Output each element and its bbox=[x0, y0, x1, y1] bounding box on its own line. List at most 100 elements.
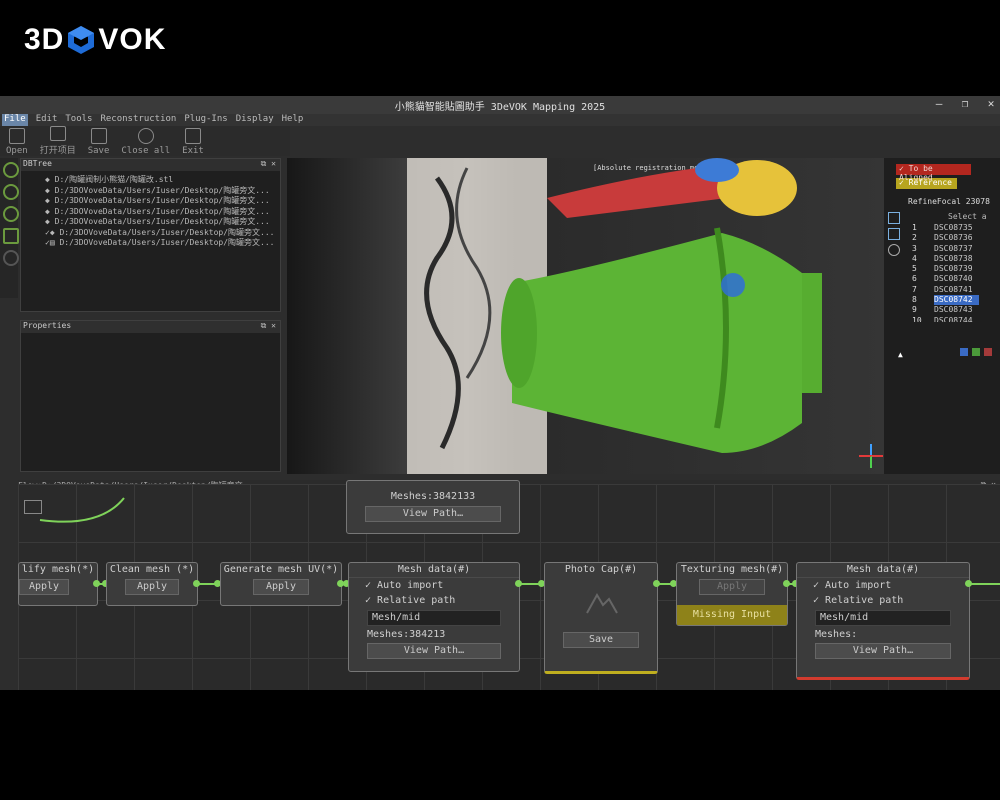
node-title: lify mesh(*) bbox=[21, 564, 95, 575]
tree-item-label: D:/3DOVoveData/Users/Iuser/Desktop/陶罐旁文.… bbox=[59, 227, 275, 237]
mesh-data-node-output[interactable]: Mesh data(#) ✓ Auto import ✓ Relative pa… bbox=[796, 562, 970, 680]
view-path-button[interactable]: View Path… bbox=[365, 506, 501, 522]
3d-viewport[interactable]: [Absolute registration mode] bbox=[287, 158, 885, 474]
align-icon[interactable] bbox=[3, 206, 19, 222]
output-port[interactable] bbox=[653, 580, 660, 587]
mesh-data-node[interactable]: Mesh data(#) ✓ Auto import ✓ Relative pa… bbox=[348, 562, 520, 672]
menu-reconstruction[interactable]: Reconstruction bbox=[100, 114, 176, 126]
apply-button[interactable]: Apply bbox=[699, 579, 765, 595]
menu-display[interactable]: Display bbox=[236, 114, 274, 126]
exit-button[interactable]: Exit bbox=[176, 126, 210, 156]
relative-path-checkbox[interactable]: ✓ Relative path bbox=[349, 593, 519, 608]
image-icon[interactable] bbox=[888, 212, 900, 224]
cancel-icon[interactable] bbox=[984, 348, 992, 356]
list-item[interactable]: 3 DSC08737 bbox=[908, 244, 1000, 254]
close-icon[interactable]: ✕ bbox=[982, 97, 1000, 113]
apply-button[interactable]: Apply bbox=[253, 579, 309, 595]
output-port[interactable] bbox=[515, 580, 522, 587]
collapse-up-icon[interactable]: ▲ bbox=[898, 350, 903, 359]
menu-plugins[interactable]: Plug-Ins bbox=[184, 114, 227, 126]
minimize-icon[interactable]: – bbox=[930, 97, 948, 113]
menu-file[interactable]: File bbox=[2, 114, 28, 126]
tree-item[interactable]: ✓◆ D:/3DOVoveData/Users/Iuser/Desktop/陶罐… bbox=[45, 228, 280, 239]
save-button[interactable]: Save bbox=[82, 126, 116, 156]
list-item[interactable]: 1 DSC08735 bbox=[908, 223, 1000, 233]
to-be-aligned-toggle[interactable]: ✓ To be Aligned bbox=[896, 164, 971, 182]
generate-mesh-uv-node[interactable]: Generate mesh UV(*) Apply bbox=[220, 562, 342, 606]
panel-close-icon[interactable]: ⧉ ✕ bbox=[261, 159, 276, 169]
folder-icon bbox=[8, 128, 25, 144]
move-icon[interactable] bbox=[3, 250, 19, 266]
clean-mesh-node[interactable]: Clean mesh (*) Apply bbox=[106, 562, 198, 606]
info-icon[interactable] bbox=[960, 348, 968, 356]
refresh-icon[interactable] bbox=[888, 244, 900, 256]
axis-gizmo-icon bbox=[859, 444, 883, 468]
tree-item[interactable]: ◆ D:/3DOVoveData/Users/Iuser/Desktop/陶罐旁… bbox=[45, 196, 280, 207]
tree-item[interactable]: ◆ D:/3DOVoveData/Users/Iuser/Desktop/陶罐旁… bbox=[45, 217, 280, 228]
menu-help[interactable]: Help bbox=[282, 114, 304, 126]
list-item[interactable]: 9 DSC08743 bbox=[908, 305, 1000, 315]
texturing-mesh-node[interactable]: Texturing mesh(#) Apply Missing Input bbox=[676, 562, 788, 626]
output-port[interactable] bbox=[93, 580, 100, 587]
output-port[interactable] bbox=[193, 580, 200, 587]
view-path-button[interactable]: View Path… bbox=[367, 643, 501, 659]
logo-text-left: 3D bbox=[24, 23, 65, 56]
confirm-icon[interactable] bbox=[972, 348, 980, 356]
simplify-mesh-node[interactable]: lify mesh(*) Apply bbox=[18, 562, 98, 606]
reference-label: Reference bbox=[908, 178, 952, 187]
restore-icon[interactable]: ❐ bbox=[956, 97, 974, 113]
apply-button[interactable]: Apply bbox=[125, 579, 179, 595]
search-icon[interactable] bbox=[3, 162, 19, 178]
toolbar: Open 打开项目 Save Close all Exit bbox=[0, 126, 290, 156]
open-project-button[interactable]: 打开项目 bbox=[34, 126, 82, 156]
dbtree-panel: DBTree ⧉ ✕ ◆ D:/陶罐阀制小熊猫/陶罐改.stl ◆ D:/3DOV… bbox=[20, 158, 281, 312]
grid-icon[interactable] bbox=[3, 228, 19, 244]
close-all-button[interactable]: Close all bbox=[115, 126, 176, 156]
flow-canvas[interactable]: Meshes:3842133 View Path… lify mesh(*) A… bbox=[18, 480, 1000, 690]
tree-item[interactable]: ◆ D:/3DOVoveData/Users/Iuser/Desktop/陶罐旁… bbox=[45, 186, 280, 197]
photo-name: DSC08735 bbox=[934, 223, 973, 232]
photo-index: 7 bbox=[912, 284, 917, 294]
meshes-count: Meshes: bbox=[815, 629, 858, 640]
list-item[interactable]: 4 DSC08738 bbox=[908, 254, 1000, 264]
reference-toggle[interactable]: ✓ Reference bbox=[896, 178, 957, 189]
tree-item[interactable]: ✓▤ D:/3DOVoveData/Users/Iuser/Desktop/陶罐… bbox=[45, 238, 280, 249]
auto-import-checkbox[interactable]: ✓ Auto import bbox=[797, 578, 969, 593]
mesh-data-node-top[interactable]: Meshes:3842133 View Path… bbox=[346, 480, 520, 534]
refine-focal-label: RefineFocal 23078 bbox=[908, 197, 990, 206]
mesh-path-field[interactable]: Mesh/mid bbox=[815, 610, 951, 626]
photo-name: DSC08742 bbox=[934, 295, 979, 306]
list-item[interactable]: 10 DSC08744 bbox=[908, 316, 1000, 322]
node-title: Texturing mesh(#) bbox=[680, 564, 784, 575]
list-item[interactable]: 2 DSC08736 bbox=[908, 233, 1000, 243]
list-item[interactable]: 7 DSC08741 bbox=[908, 285, 1000, 295]
output-port[interactable] bbox=[965, 580, 972, 587]
photo-index: 5 bbox=[912, 264, 917, 274]
relative-path-checkbox[interactable]: ✓ Relative path bbox=[797, 593, 969, 608]
mesh-path-field[interactable]: Mesh/mid bbox=[367, 610, 501, 626]
zoom-icon[interactable] bbox=[3, 184, 19, 200]
list-item[interactable]: 6 DSC08740 bbox=[908, 274, 1000, 284]
app-window: 小熊貓智能貼圖助手 3DeVOK Mapping 2025 – ❐ ✕ File… bbox=[0, 96, 1000, 690]
auto-import-checkbox[interactable]: ✓ Auto import bbox=[349, 578, 519, 593]
gallery-icon[interactable] bbox=[888, 228, 900, 240]
view-path-button[interactable]: View Path… bbox=[815, 643, 951, 659]
cube-logo-icon bbox=[68, 26, 95, 54]
tree-item-label: D:/3DOVoveData/Users/Iuser/Desktop/陶罐旁文.… bbox=[54, 196, 270, 205]
list-item-selected[interactable]: 8 DSC08742 bbox=[908, 295, 1000, 306]
list-item[interactable]: 5 DSC08739 bbox=[908, 264, 1000, 274]
menu-tools[interactable]: Tools bbox=[65, 114, 92, 126]
exit-icon bbox=[185, 128, 202, 144]
menu-edit[interactable]: Edit bbox=[36, 114, 58, 126]
photo-index: 4 bbox=[912, 253, 917, 263]
tree-item[interactable]: ◆ D:/陶罐阀制小熊猫/陶罐改.stl bbox=[45, 175, 280, 186]
panel-close-icon[interactable]: ⧉ ✕ bbox=[261, 321, 276, 331]
tree-item[interactable]: ◆ D:/3DOVoveData/Users/Iuser/Desktop/陶罐旁… bbox=[45, 207, 280, 218]
apply-button[interactable]: Apply bbox=[19, 579, 69, 595]
output-port[interactable] bbox=[783, 580, 790, 587]
save-photo-button[interactable]: Save bbox=[563, 632, 639, 648]
open-project-label: 打开项目 bbox=[39, 146, 76, 156]
open-button[interactable]: Open bbox=[0, 126, 34, 156]
photo-cap-node[interactable]: Photo Cap(#) Save bbox=[544, 562, 658, 674]
photo-name: DSC08739 bbox=[934, 264, 973, 274]
